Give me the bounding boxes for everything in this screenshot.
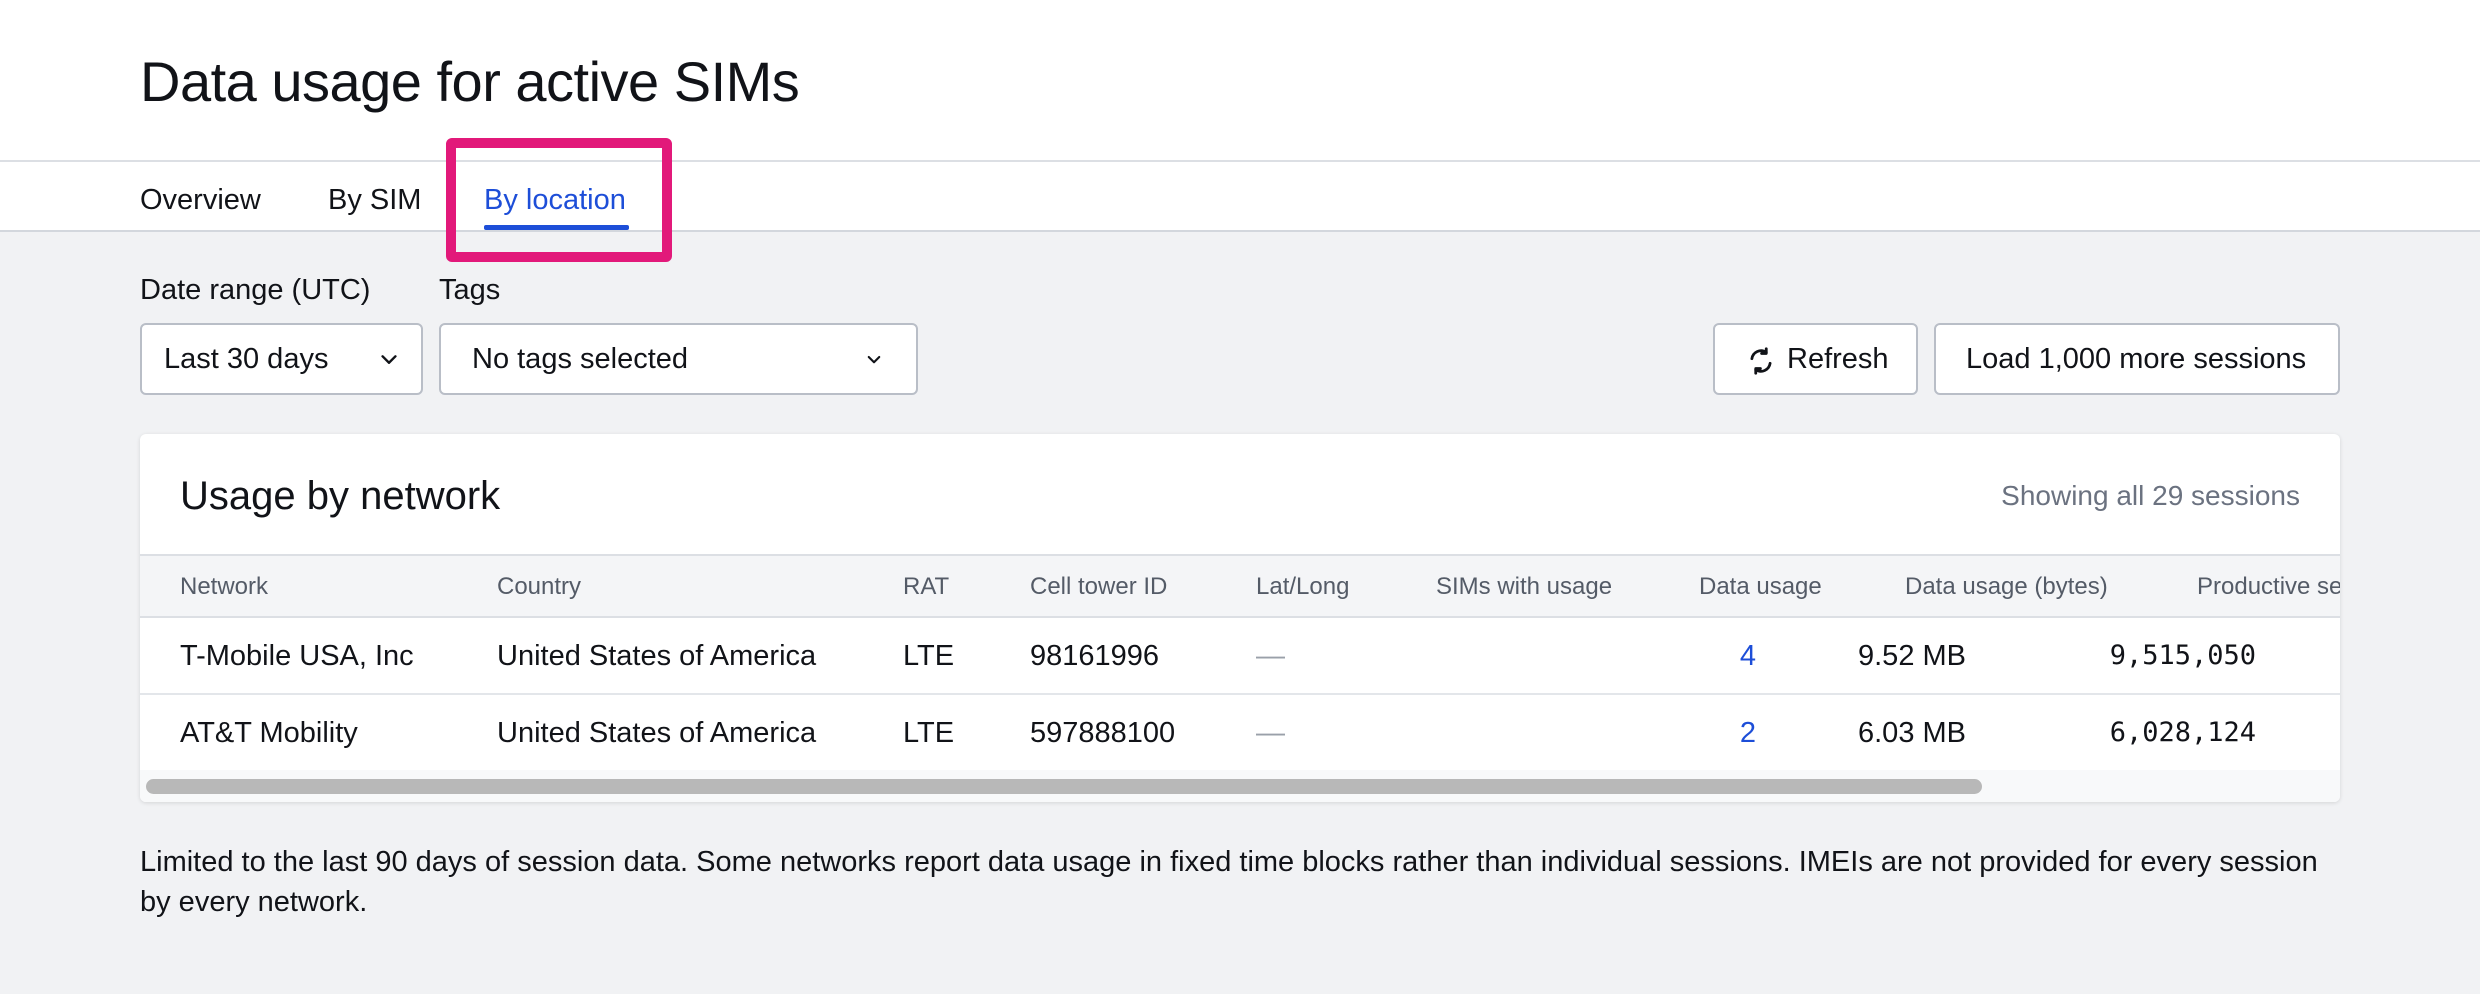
tags-select[interactable]: No tags selected [439, 323, 918, 395]
cell-rat: LTE [903, 717, 955, 749]
table-row[interactable]: T-Mobile USA, Inc United States of Ameri… [140, 618, 2340, 695]
tab-by-location[interactable]: By location [484, 182, 626, 218]
column-header-sims-with-usage[interactable]: SIMs with usage [1436, 572, 1612, 602]
chevron-down-icon [867, 355, 881, 364]
chevron-down-icon [381, 355, 397, 364]
cell-cell-tower-id: 98161996 [1030, 640, 1160, 672]
card-title: Usage by network [180, 474, 501, 518]
load-more-sessions-label: Load 1,000 more sessions [1966, 343, 2307, 375]
footnote-text: Limited to the last 90 days of session d… [140, 846, 2318, 918]
horizontal-scrollbar[interactable] [140, 770, 2340, 802]
column-header-data-usage[interactable]: Data usage [1699, 572, 1822, 602]
cell-lat-long: — [1256, 640, 1285, 672]
date-range-value: Last 30 days [164, 343, 329, 375]
column-header-country[interactable]: Country [497, 572, 581, 602]
date-range-label: Date range (UTC) [140, 274, 371, 306]
page-title: Data usage for active SIMs [140, 50, 800, 113]
refresh-button-label: Refresh [1787, 343, 1889, 375]
column-header-productive-sessions[interactable]: Productive se [2197, 572, 2340, 602]
tags-label: Tags [439, 274, 501, 306]
refresh-button[interactable]: Refresh [1713, 323, 1918, 395]
cell-country: United States of America [497, 717, 817, 749]
column-header-lat-long[interactable]: Lat/Long [1256, 572, 1349, 602]
cell-cell-tower-id: 597888100 [1030, 717, 1176, 749]
active-tab-indicator [484, 225, 629, 230]
tab-bar: Overview By SIM By location [0, 160, 2480, 232]
refresh-icon [1750, 347, 1772, 375]
cell-rat: LTE [903, 640, 955, 672]
session-count: Showing all 29 sessions [2001, 480, 2300, 511]
cell-data-usage-bytes: 9,515,050 [2109, 640, 2256, 671]
table-row[interactable]: AT&T Mobility United States of America L… [140, 695, 2340, 772]
cell-country: United States of America [497, 640, 817, 672]
page-header: Data usage for active SIMs [0, 0, 2480, 160]
column-header-rat[interactable]: RAT [903, 572, 949, 602]
tab-by-sim[interactable]: By SIM [328, 182, 421, 218]
cell-network: AT&T Mobility [180, 717, 358, 749]
cell-data-usage-bytes: 6,028,124 [2109, 717, 2256, 748]
date-range-select[interactable]: Last 30 days [140, 323, 423, 395]
scrollbar-thumb[interactable] [146, 779, 1982, 794]
cell-lat-long: — [1256, 717, 1285, 749]
tags-value: No tags selected [472, 343, 689, 375]
usage-by-network-card: Usage by network Showing all 29 sessions… [140, 434, 2340, 802]
column-header-network[interactable]: Network [180, 572, 268, 602]
table-header: Network Country RAT Cell tower ID Lat/Lo… [140, 554, 2340, 618]
cell-network: T-Mobile USA, Inc [180, 640, 414, 672]
load-more-sessions-button[interactable]: Load 1,000 more sessions [1934, 323, 2340, 395]
column-header-data-usage-bytes[interactable]: Data usage (bytes) [1905, 572, 2108, 602]
column-header-cell-tower-id[interactable]: Cell tower ID [1030, 572, 1167, 602]
tab-overview[interactable]: Overview [140, 182, 261, 218]
